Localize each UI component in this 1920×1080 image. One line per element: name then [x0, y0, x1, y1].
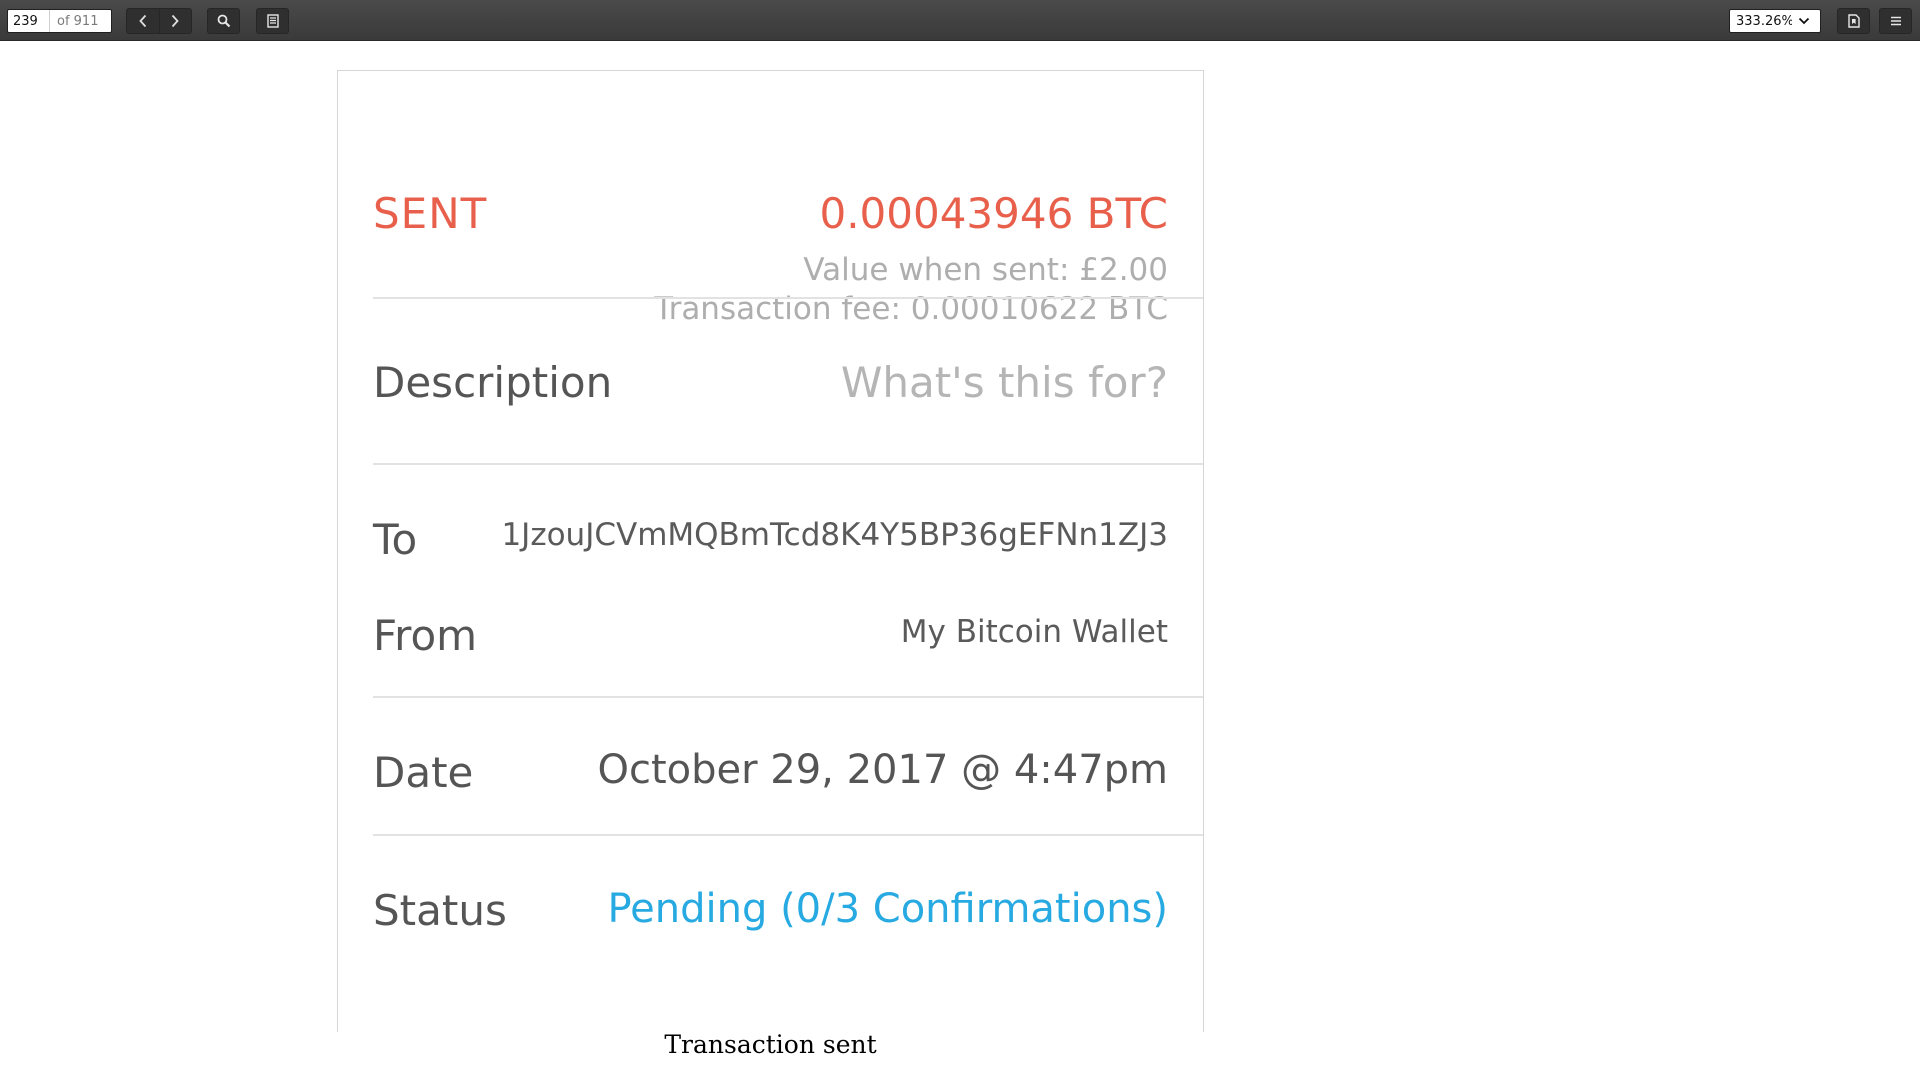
- hamburger-menu-icon: [1890, 16, 1901, 26]
- search-group: [207, 8, 240, 34]
- chevron-right-icon: [172, 14, 179, 28]
- to-address: 1JzouJCVmMQBmTcd8K4Y5BP36gEFNn1ZJ3: [501, 517, 1168, 553]
- description-label: Description: [373, 358, 613, 407]
- transaction-type-label: SENT: [373, 189, 488, 238]
- divider-top: [373, 297, 1203, 299]
- document-outline-icon: [266, 14, 279, 28]
- date-label: Date: [373, 748, 474, 797]
- divider-date: [373, 834, 1203, 836]
- previous-page-button[interactable]: [127, 9, 160, 33]
- figure-caption: Transaction sent: [664, 1030, 877, 1059]
- menu-button[interactable]: [1880, 9, 1911, 33]
- bookmark-doc-icon: [1847, 14, 1860, 28]
- next-page-button[interactable]: [160, 9, 192, 33]
- sidebar-group: [256, 8, 289, 34]
- transaction-detail-card: SENT 0.00043946 BTC Value when sent: £2.…: [337, 70, 1204, 1032]
- value-when-sent: Value when sent: £2.00: [803, 252, 1168, 288]
- viewer-toolbar: of 911 333.26%: [0, 0, 1920, 41]
- menu-group: [1879, 8, 1912, 34]
- page-number-input[interactable]: [8, 10, 50, 32]
- search-button[interactable]: [208, 9, 239, 33]
- search-icon: [217, 14, 230, 28]
- transaction-amount: 0.00043946 BTC: [819, 189, 1168, 238]
- date-value: October 29, 2017 @ 4:47pm: [597, 747, 1168, 793]
- status-label: Status: [373, 886, 507, 935]
- zoom-value: 333.26%: [1736, 13, 1792, 29]
- page-nav-group: [126, 8, 192, 34]
- chevron-left-icon: [139, 14, 146, 28]
- to-label: To: [373, 515, 418, 564]
- divider-from: [373, 696, 1203, 698]
- from-label: From: [373, 611, 478, 660]
- divider-description: [373, 463, 1203, 465]
- status-value: Pending (0/3 Confirmations): [607, 886, 1168, 932]
- bookmark-group: [1837, 8, 1870, 34]
- bookmark-button[interactable]: [1838, 9, 1869, 33]
- description-input[interactable]: What's this for?: [841, 358, 1168, 407]
- document-outline-button[interactable]: [257, 9, 288, 33]
- chevron-down-icon: [1798, 17, 1810, 25]
- page-total: of 911: [57, 13, 99, 29]
- zoom-select[interactable]: 333.26%: [1729, 9, 1821, 33]
- from-value: My Bitcoin Wallet: [900, 614, 1168, 650]
- page-number-box: of 911: [7, 9, 112, 33]
